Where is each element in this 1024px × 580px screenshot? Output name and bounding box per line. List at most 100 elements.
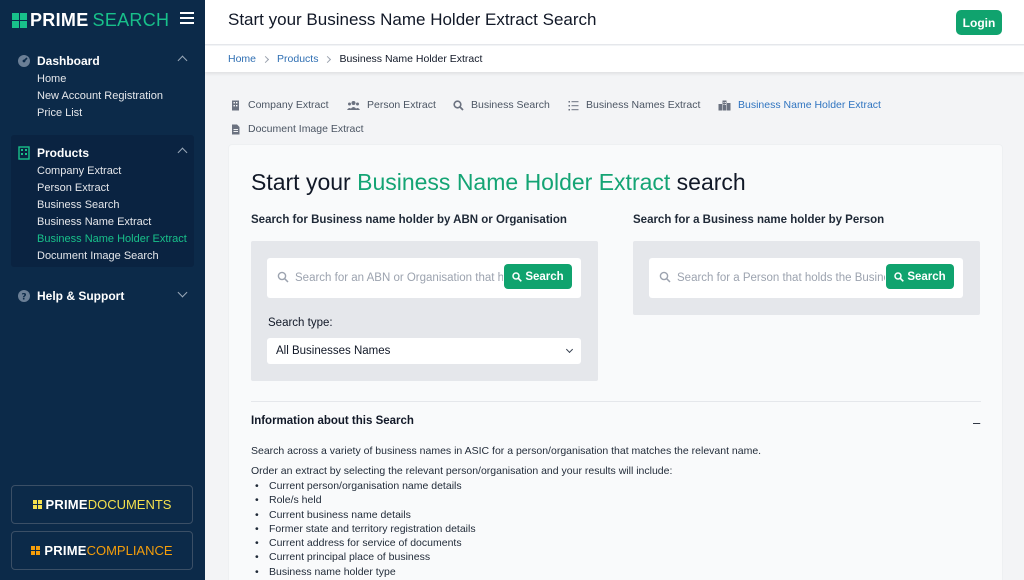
hamburger-menu-icon[interactable] [180,12,194,26]
nav-head-dashboard[interactable]: Dashboard [11,51,194,71]
org-search-panel: Search Search type: All Businesses Names [251,241,598,381]
brand-logo[interactable]: PRIME SEARCH [12,10,169,30]
chevron-right-icon [324,55,332,63]
tab-company-extract[interactable]: Company Extract [230,98,329,112]
products-building-icon [18,146,30,160]
nav-head-label: Dashboard [37,54,100,68]
list-item: Current person/organisation name details [251,479,476,493]
nav-head-help[interactable]: ? Help & Support [11,286,194,306]
building-icon [232,100,239,110]
top-header: Start your Business Name Holder Extract … [205,0,1024,45]
search-icon [453,99,464,111]
tab-label: Document Image Extract [248,123,364,135]
tab-person-extract[interactable]: Person Extract [347,98,436,112]
person-search-button[interactable]: Search [886,264,954,289]
sidebar-item-person-extract[interactable]: Person Extract [11,180,194,197]
page-title: Start your Business Name Holder Extract … [228,10,597,29]
logo-grid-icon [12,12,27,28]
sister-bold: PRIME [45,497,88,512]
org-search-input[interactable] [295,268,503,288]
info-section-title: Information about this Search [251,415,414,427]
search-icon [277,271,289,283]
org-search-title: Search for Business name holder by ABN o… [251,214,567,226]
search-icon [512,271,523,282]
sidebar-item-company-extract[interactable]: Company Extract [11,163,194,180]
breadcrumb: Home Products Business Name Holder Extra… [205,46,1024,72]
help-question-icon: ? [18,290,30,303]
chevron-right-icon [261,55,270,63]
nav-head-products[interactable]: Products [11,143,194,163]
sister-bold: PRIME [44,543,87,558]
person-search-title: Search for a Business name holder by Per… [633,214,885,226]
sidebar-item-business-search[interactable]: Business Search [11,197,194,214]
dashboard-gauge-icon [18,55,30,67]
tab-label: Person Extract [367,99,436,111]
sidebar-item-home[interactable]: Home [11,71,194,88]
info-order-text: Order an extract by selecting the releva… [251,465,673,477]
chevron-up-icon [177,147,188,158]
svg-text:?: ? [21,293,26,303]
city-icon [718,100,731,110]
sidebar-item-price-list[interactable]: Price List [11,105,194,122]
sidebar-item-business-name-extract[interactable]: Business Name Extract [11,214,194,231]
nav-head-label: Help & Support [37,289,125,303]
list-item: Business name holder type [251,565,476,579]
prime-compliance-link[interactable]: PRIME COMPLIANCE [11,531,193,570]
sidebar: PRIME SEARCH Dashboard Home New Account … [0,0,205,580]
search-button-label: Search [907,270,946,283]
nav-group-help: ? Help & Support [11,286,194,306]
breadcrumb-products[interactable]: Products [277,53,318,65]
org-search-button[interactable]: Search [504,264,572,289]
search-button-label: Search [525,270,564,283]
list-item: Current business name details [251,508,476,522]
prime-documents-link[interactable]: PRIME DOCUMENTS [11,485,193,524]
org-search-box: Search [267,258,581,298]
brand-name-light: SEARCH [92,9,170,30]
nav-group-dashboard: Dashboard Home New Account Registration … [11,51,194,122]
tab-business-name-holder-extract[interactable]: Business Name Holder Extract [718,98,881,112]
person-search-box: Search [649,258,963,298]
people-icon [347,100,360,110]
sidebar-item-document-image-search[interactable]: Document Image Search [11,248,194,265]
nav-head-label: Products [37,146,90,160]
heading-prefix: Start your [251,169,358,195]
info-bullet-list: Current person/organisation name details… [251,479,476,579]
chevron-up-icon [177,55,188,66]
prime-compliance-logo-icon [31,545,41,556]
search-icon [659,271,671,283]
tab-business-names-extract[interactable]: Business Names Extract [568,98,700,112]
chevron-down-icon [565,345,574,354]
chevron-down-icon [177,287,188,298]
document-icon [232,124,240,134]
heading-suffix: search [670,169,746,195]
tab-label: Business Name Holder Extract [738,99,881,111]
breadcrumb-home[interactable]: Home [228,53,256,65]
tab-label: Company Extract [248,99,329,111]
search-card: Start your Business Name Holder Extract … [228,144,1003,580]
search-type-value: All Businesses Names [276,345,391,357]
tab-business-search[interactable]: Business Search [453,98,550,112]
tab-document-image-extract[interactable]: Document Image Extract [230,122,364,136]
list-item: Current principal place of business [251,550,476,564]
brand-name-bold: PRIME [30,9,89,30]
search-icon [894,271,905,282]
person-search-panel: Search [633,241,980,315]
search-type-label: Search type: [268,317,333,329]
sister-light: DOCUMENTS [87,497,172,512]
search-type-select[interactable]: All Businesses Names [267,338,581,364]
login-button[interactable]: Login [956,10,1002,35]
sidebar-item-new-account-registration[interactable]: New Account Registration [11,88,194,105]
breadcrumb-current: Business Name Holder Extract [339,53,483,65]
heading-highlight: Business Name Holder Extract [357,169,671,195]
info-description: Search across a variety of business name… [251,445,762,457]
sidebar-item-business-name-holder-extract[interactable]: Business Name Holder Extract [11,231,194,248]
prime-documents-logo-icon [32,499,43,510]
collapse-toggle-icon[interactable]: – [973,415,980,430]
sister-light: COMPLIANCE [86,543,173,558]
person-search-input[interactable] [677,268,885,288]
list-item: Current address for service of documents [251,536,476,550]
list-icon [568,100,579,110]
card-heading: Start your Business Name Holder Extract … [251,169,746,196]
list-item: Former state and territory registration … [251,522,476,536]
nav-group-products: Products Company Extract Person Extract … [11,135,194,267]
